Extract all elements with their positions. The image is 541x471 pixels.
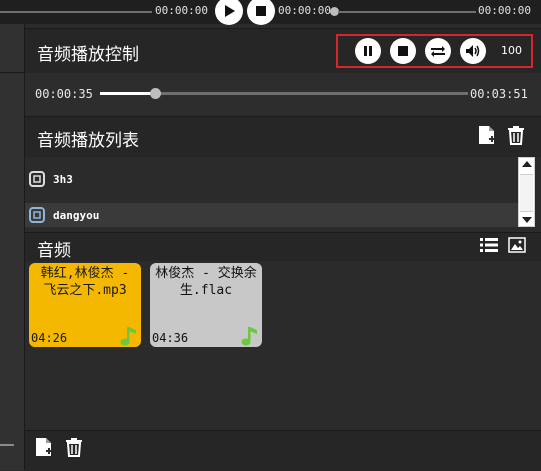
- top-time-left: 00:00:00: [155, 4, 208, 17]
- stop-icon: [398, 46, 408, 56]
- volume-value: 100: [501, 44, 522, 57]
- top-time-right: 00:00:00: [478, 4, 531, 17]
- tile-title: 林俊杰 - 交换余生.flac: [155, 266, 257, 298]
- playlist-scrollbar[interactable]: [518, 157, 535, 227]
- add-file-button[interactable]: [478, 125, 496, 145]
- delete-list-button[interactable]: [507, 125, 525, 145]
- scroll-up-arrow[interactable]: [522, 161, 532, 167]
- music-note-icon: [241, 327, 257, 346]
- delete-audio-button[interactable]: [65, 437, 83, 457]
- list-item[interactable]: 3h3: [25, 167, 518, 191]
- total-time: 00:03:51: [470, 87, 528, 101]
- audio-title: 音频: [37, 241, 71, 261]
- pause-icon: [364, 46, 372, 56]
- audio-tile-playing[interactable]: 韩红,林俊杰 - 飞云之下.mp3 04:26: [29, 263, 141, 347]
- audio-header: [25, 232, 541, 262]
- play-icon: [225, 5, 235, 17]
- bottom-toolbar: [25, 430, 541, 471]
- top-player-strip: 00:00:00 00:00:00 00:00:00: [0, 0, 541, 25]
- left-side-panel: [0, 24, 25, 470]
- audio-file-icon: [29, 207, 45, 223]
- list-item-selected[interactable]: dangyou: [25, 203, 518, 227]
- volume-button[interactable]: [460, 38, 486, 64]
- list-item-label: 3h3: [53, 172, 73, 186]
- image-view-icon: [508, 237, 526, 253]
- pause-button[interactable]: [355, 38, 381, 64]
- audio-file-icon: [29, 171, 45, 187]
- control-title: 音频播放控制: [37, 45, 139, 65]
- top-play-button[interactable]: [215, 0, 243, 25]
- list-view-icon: [480, 238, 498, 252]
- top-stop-button[interactable]: [247, 0, 275, 25]
- list-item-label: dangyou: [53, 208, 100, 222]
- music-note-icon: [120, 327, 136, 346]
- trash-icon: [66, 438, 82, 457]
- stop-button[interactable]: [390, 38, 416, 64]
- left-scroll-handle[interactable]: [0, 444, 14, 446]
- stop-icon: [256, 6, 266, 16]
- tile-title: 韩红,林俊杰 - 飞云之下.mp3: [40, 266, 130, 298]
- top-progress-track-left[interactable]: [0, 11, 152, 13]
- progress-fill: [100, 92, 156, 95]
- add-file-icon: [36, 438, 52, 456]
- trash-icon: [508, 126, 524, 145]
- top-time-mid: 00:00:00: [278, 4, 331, 17]
- progress-track[interactable]: [100, 88, 468, 99]
- tile-duration: 04:26: [31, 331, 68, 345]
- list-view-button[interactable]: [480, 237, 498, 253]
- repeat-icon: [431, 46, 445, 57]
- scroll-down-arrow[interactable]: [522, 217, 532, 223]
- grid-view-button[interactable]: [508, 237, 526, 253]
- volume-icon: [466, 45, 480, 57]
- tile-duration: 04:36: [152, 331, 189, 345]
- repeat-button[interactable]: [425, 38, 451, 64]
- audio-tile[interactable]: 林俊杰 - 交换余生.flac 04:36: [150, 263, 262, 347]
- add-audio-button[interactable]: [35, 437, 53, 457]
- playlist-title: 音频播放列表: [37, 131, 139, 151]
- add-file-icon: [479, 126, 495, 144]
- left-divider: [0, 72, 24, 73]
- top-progress-track-right[interactable]: [338, 11, 476, 13]
- scroll-thumb[interactable]: [520, 174, 533, 212]
- current-time: 00:00:35: [35, 87, 93, 101]
